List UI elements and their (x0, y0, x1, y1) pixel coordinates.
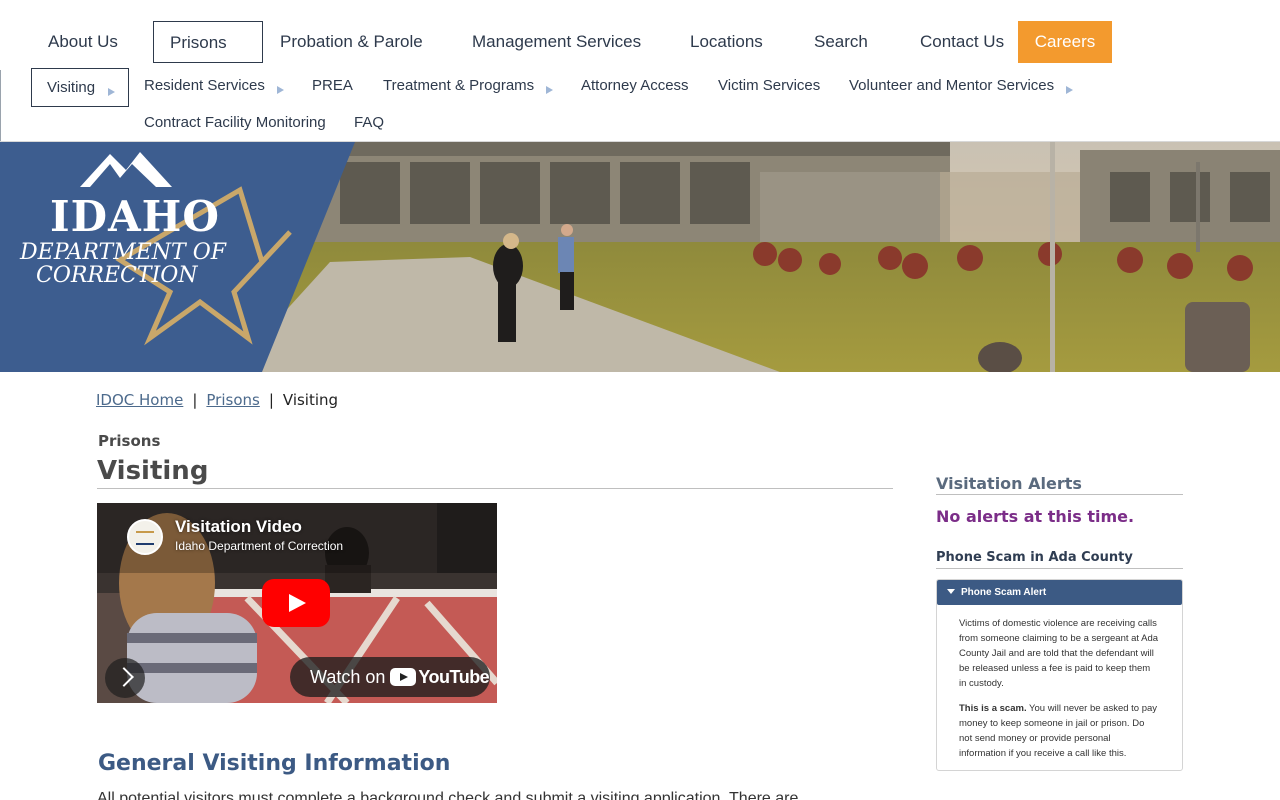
scam-paragraph-2: This is a scam. You will never be asked … (959, 701, 1160, 761)
subnav-contract-facility-monitoring[interactable]: Contract Facility Monitoring (144, 114, 326, 131)
subnav-visiting[interactable]: Visiting (31, 68, 129, 107)
hero-banner: IDAHO DEPARTMENT OF CORRECTION (0, 142, 1280, 372)
logo-idaho-text: IDAHO (50, 192, 220, 241)
caret-down-icon (947, 589, 955, 594)
section-heading: General Visiting Information (98, 751, 451, 776)
subnav-treatment-programs[interactable]: Treatment & Programs (383, 77, 554, 94)
share-icon[interactable] (105, 658, 145, 698)
nav-contact-us[interactable]: Contact Us (920, 21, 1004, 63)
phone-scam-accordion: Phone Scam Alert Victims of domestic vio… (936, 579, 1183, 771)
subnav-volunteer-mentor[interactable]: Volunteer and Mentor Services (849, 77, 1074, 94)
play-icon[interactable] (262, 579, 330, 627)
no-alerts-message: No alerts at this time. (936, 507, 1135, 526)
nav-search[interactable]: Search (814, 21, 868, 63)
breadcrumb: IDOC Home | Prisons | Visiting (96, 391, 338, 409)
accordion-body: Victims of domestic violence are receivi… (937, 605, 1182, 761)
subnav-attorney-access[interactable]: Attorney Access (581, 77, 689, 94)
youtube-wordmark: YouTube (418, 667, 490, 687)
page-title: Visiting (97, 456, 893, 489)
nav-careers-button[interactable]: Careers (1018, 21, 1112, 63)
subnav-faq[interactable]: FAQ (354, 114, 384, 131)
subnav-visiting-label: Visiting (47, 79, 96, 96)
submenu-arrow-icon (1066, 86, 1074, 94)
breadcrumb-home-link[interactable]: IDOC Home (96, 391, 183, 409)
watch-on-youtube-button[interactable]: Watch on YouTube (290, 657, 490, 697)
breadcrumb-separator: | (268, 391, 274, 409)
accordion-toggle[interactable]: Phone Scam Alert (937, 580, 1182, 605)
submenu-arrow-icon (546, 86, 554, 94)
video-channel: Idaho Department of Correction (175, 539, 344, 553)
section-kicker: Prisons (98, 432, 161, 450)
subnav-prea[interactable]: PREA (312, 77, 353, 94)
phone-scam-heading: Phone Scam in Ada County (936, 550, 1183, 569)
main-nav: About Us Prisons Probation & Parole Mana… (0, 0, 1280, 72)
subnav-victim-services[interactable]: Victim Services (718, 77, 820, 94)
scam-paragraph-1: Victims of domestic violence are receivi… (959, 618, 1159, 689)
breadcrumb-separator: | (192, 391, 198, 409)
submenu-arrow-icon (108, 88, 116, 96)
intro-paragraph: All potential visitors must complete a b… (97, 790, 799, 800)
channel-logo-icon[interactable] (127, 519, 163, 555)
subnav-resident-services[interactable]: Resident Services (144, 77, 284, 94)
logo-correction-text: CORRECTION (36, 263, 198, 288)
nav-locations[interactable]: Locations (690, 21, 763, 63)
nav-management-services[interactable]: Management Services (472, 21, 641, 63)
nav-prisons[interactable]: Prisons (153, 21, 263, 63)
breadcrumb-prisons-link[interactable]: Prisons (206, 391, 259, 409)
visitation-alerts-heading: Visitation Alerts (936, 474, 1183, 495)
subnav-treatment-programs-label: Treatment & Programs (383, 77, 535, 94)
submenu-arrow-icon (276, 86, 284, 94)
video-title[interactable]: Visitation Video (175, 517, 302, 537)
logo-department-text: DEPARTMENT OF (20, 240, 227, 265)
subnav-volunteer-mentor-label: Volunteer and Mentor Services (849, 77, 1055, 94)
youtube-video-embed[interactable]: Visitation Video Idaho Department of Cor… (97, 503, 497, 703)
subnav-left-rule (0, 70, 1, 142)
nav-about-us[interactable]: About Us (48, 21, 118, 63)
accordion-title: Phone Scam Alert (961, 587, 1047, 598)
subnav-resident-services-label: Resident Services (144, 77, 265, 94)
breadcrumb-current: Visiting (282, 391, 339, 409)
watch-on-label: Watch on (310, 667, 386, 687)
scam-warning-bold: This is a scam. (959, 703, 1027, 714)
nav-probation-parole[interactable]: Probation & Parole (280, 21, 423, 63)
youtube-icon (390, 668, 417, 686)
